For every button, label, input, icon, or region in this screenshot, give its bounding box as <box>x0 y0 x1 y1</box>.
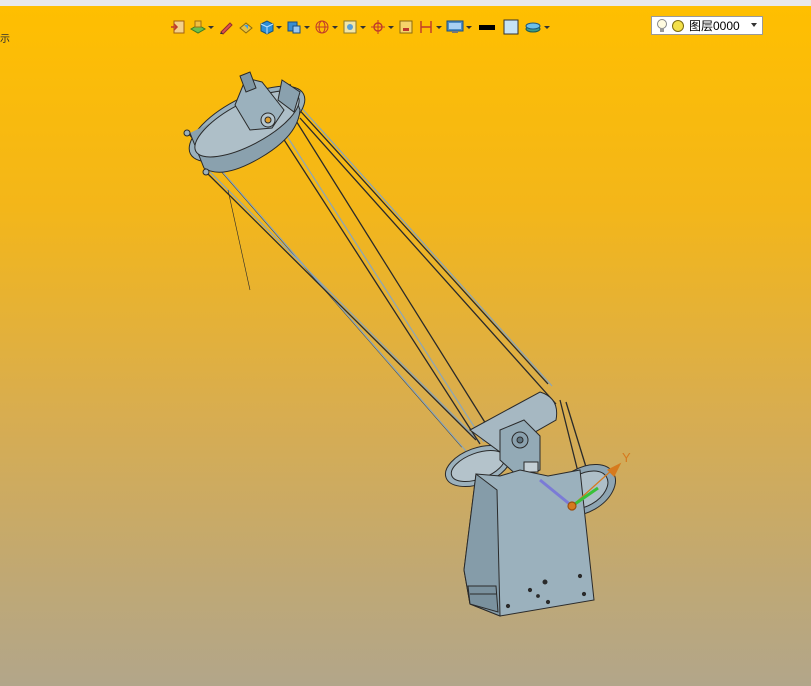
toolbar-btn-fill-color[interactable] <box>502 17 520 37</box>
view-toolbar <box>170 16 554 38</box>
toolbar-btn-layer-sheet[interactable] <box>190 17 214 37</box>
view-box-icon <box>343 20 357 34</box>
layer-sheet-icon <box>190 20 206 34</box>
toolbar-btn-view-orient[interactable] <box>286 17 310 37</box>
toolbar-btn-pencil[interactable] <box>218 17 234 37</box>
toolbar-btn-frame[interactable] <box>398 17 414 37</box>
wireframe-sphere-icon <box>315 20 329 34</box>
dimension-bracket-icon <box>420 21 432 33</box>
toolbar-btn-view-box[interactable] <box>342 17 366 37</box>
toolbar-btn-display[interactable] <box>446 17 472 37</box>
toolbar-btn-paint[interactable] <box>238 17 254 37</box>
fill-color-icon <box>503 19 519 35</box>
rocker-base <box>463 469 595 617</box>
snap-crosshair-icon <box>371 20 385 34</box>
toolbar-btn-exit[interactable] <box>170 17 186 37</box>
yellow-frame-icon <box>399 20 413 34</box>
telescope-model[interactable]: Y <box>0 6 811 686</box>
paint-bucket-icon <box>239 22 253 34</box>
chevron-down-icon[interactable] <box>751 23 757 27</box>
solid-cube-icon <box>260 20 274 35</box>
line-color-icon <box>479 25 495 30</box>
display-monitor-icon <box>446 20 464 33</box>
view-orient-icon <box>287 21 301 34</box>
lightbulb-icon <box>657 18 667 32</box>
toolbar-btn-layer-stack[interactable] <box>524 17 550 37</box>
exit-sketch-icon <box>171 20 185 34</box>
layer-stack-icon <box>525 22 541 33</box>
toolbar-btn-solid[interactable] <box>258 17 282 37</box>
toolbar-btn-wireframe[interactable] <box>314 17 338 37</box>
pencil-icon <box>220 22 233 35</box>
toolbar-btn-line-color[interactable] <box>476 17 498 37</box>
upper-cage <box>183 71 306 176</box>
toolbar-btn-dimension[interactable] <box>418 17 442 37</box>
toolbar-btn-snap[interactable] <box>370 17 394 37</box>
layer-name: 图层0000 <box>689 19 740 33</box>
triad-y-label: Y <box>622 450 631 465</box>
layer-selector[interactable]: 图层0000 <box>651 16 763 35</box>
layer-on-icon <box>672 19 684 32</box>
3d-viewport[interactable]: 示 Y 图层0000 <box>0 6 811 686</box>
